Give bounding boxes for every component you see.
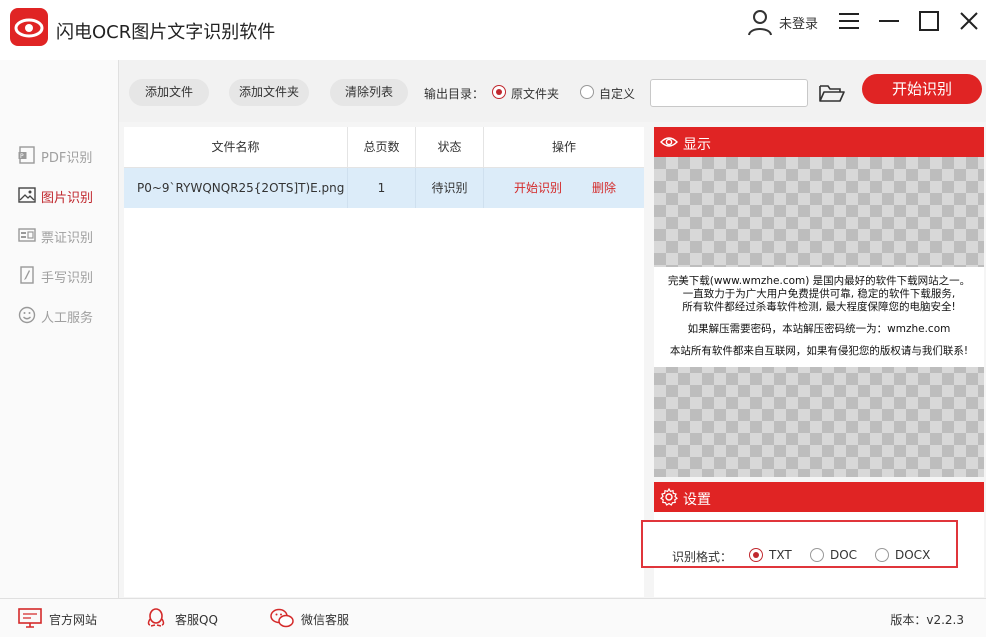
radio-custom-folder-label[interactable]: 自定义 [599,85,635,102]
preview-line: 一直致力于为广大用户免费提供可靠, 稳定的软件下载服务, [682,288,956,300]
close-icon [960,12,978,30]
maximize-button[interactable] [918,10,940,32]
folder-open-icon[interactable] [818,82,846,104]
radio-original-folder-label[interactable]: 原文件夹 [511,85,559,102]
file-name-cell: P0~9`RYWQNQR25{2OTS]T)E.png [124,168,348,208]
monitor-icon [18,608,42,628]
user-icon [748,10,772,36]
image-icon [18,187,36,203]
clear-list-button[interactable]: 清除列表 [330,79,408,106]
row-start-link[interactable]: 开始识别 [514,168,562,208]
format-options-box: 识别格式： TXT DOC DOCX [641,520,958,568]
preview-line: 所有软件都经过杀毒软件检测, 最大程度保障您的电脑安全! [682,301,956,313]
sidebar-item-label: 人工服务 [41,311,94,326]
status-cell: 待识别 [416,168,484,208]
preview-line: 完美下载(www.wmzhe.com) 是国内最好的软件下载网站之一。 [667,275,971,287]
radio-format-doc[interactable] [810,548,824,562]
login-status[interactable]: 未登录 [779,13,818,32]
radio-format-txt-label[interactable]: TXT [769,548,792,562]
preview-title: 显示 [683,137,711,153]
sidebar-item-label: 票证识别 [41,231,94,246]
sidebar-item-pdf[interactable]: P PDF识别 [18,144,114,166]
svg-text:P: P [20,153,24,160]
sidebar-item-label: 手写识别 [41,271,94,286]
file-table: 文件名称 总页数 状态 操作 P0~9`RYWQNQR25{2OTS]T)E.p… [124,127,644,597]
eye-icon [660,137,678,147]
radio-custom-folder[interactable] [580,85,594,99]
preview-panel-header: 显示 [654,127,984,157]
smiley-icon [18,306,36,324]
add-file-button[interactable]: 添加文件 [129,79,209,106]
sidebar-item-card[interactable]: 票证识别 [18,224,114,246]
minimize-button[interactable] [878,10,900,32]
app-logo-icon [10,8,48,46]
toolbar: 添加文件 添加文件夹 清除列表 输出目录： 原文件夹 自定义 开始识别 [119,60,986,122]
sidebar-item-service[interactable]: 人工服务 [18,304,114,326]
qq-penguin-icon [147,608,165,627]
version-label: 版本：v2.2.3 [890,613,964,627]
handwriting-icon [20,266,34,284]
sidebar: P PDF识别 图片识别 票证识别 手写识别 人工服务 [0,60,119,598]
wechat-icon [270,608,294,628]
format-label: 识别格式： [672,550,733,564]
footer: 官方网站 客服QQ 微信客服 版本：v2.2.3 [0,598,986,637]
sidebar-item-handwriting[interactable]: 手写识别 [18,264,114,286]
add-folder-button[interactable]: 添加文件夹 [229,79,309,106]
maximize-icon [919,11,939,31]
radio-format-doc-label[interactable]: DOC [830,548,857,562]
start-recognition-button[interactable]: 开始识别 [862,74,982,104]
settings-title: 设置 [683,492,711,508]
output-path-input[interactable] [650,79,808,107]
qq-support-label[interactable]: 客服QQ [175,611,218,628]
row-delete-link[interactable]: 删除 [592,168,616,208]
official-website-label[interactable]: 官方网站 [49,611,97,628]
column-header-actions: 操作 [551,140,576,154]
preview-line: 本站所有软件都来自互联网，如果有侵犯您的版权请与我们联系! [669,345,969,357]
preview-line: 如果解压需要密码，本站解压密码统一为：wmzhe.com [687,323,951,335]
table-row[interactable]: P0~9`RYWQNQR25{2OTS]T)E.png 1 待识别 开始识别 删… [124,168,644,208]
column-header-pages: 总页数 [348,127,416,167]
sidebar-item-label: PDF识别 [41,151,93,166]
hamburger-icon [839,13,859,29]
app-title: 闪电OCR图片文字识别软件 [56,22,276,43]
page-count-cell: 1 [348,168,416,208]
minimize-icon [879,20,899,22]
title-bar: 闪电OCR图片文字识别软件 未登录 [0,0,986,61]
sidebar-item-image[interactable]: 图片识别 [18,184,114,206]
radio-format-docx[interactable] [875,548,889,562]
output-dir-label: 输出目录： [424,87,485,101]
column-header-filename: 文件名称 [124,127,348,167]
table-header: 文件名称 总页数 状态 操作 [124,127,644,168]
gear-icon [660,488,678,506]
card-icon [18,228,36,242]
radio-format-docx-label[interactable]: DOCX [895,548,930,562]
column-header-status: 状态 [416,127,484,167]
radio-original-folder[interactable] [492,85,506,99]
menu-button[interactable] [838,10,860,32]
close-button[interactable] [958,10,980,32]
pdf-icon: P [18,146,35,164]
settings-panel-header: 设置 [654,482,984,512]
preview-text-block: 完美下载(www.wmzhe.com) 是国内最好的软件下载网站之一。 一直致力… [654,267,984,367]
wechat-support-label[interactable]: 微信客服 [301,611,349,628]
radio-format-txt[interactable] [749,548,763,562]
sidebar-item-label: 图片识别 [41,191,94,206]
preview-image: 完美下载(www.wmzhe.com) 是国内最好的软件下载网站之一。 一直致力… [654,157,984,477]
